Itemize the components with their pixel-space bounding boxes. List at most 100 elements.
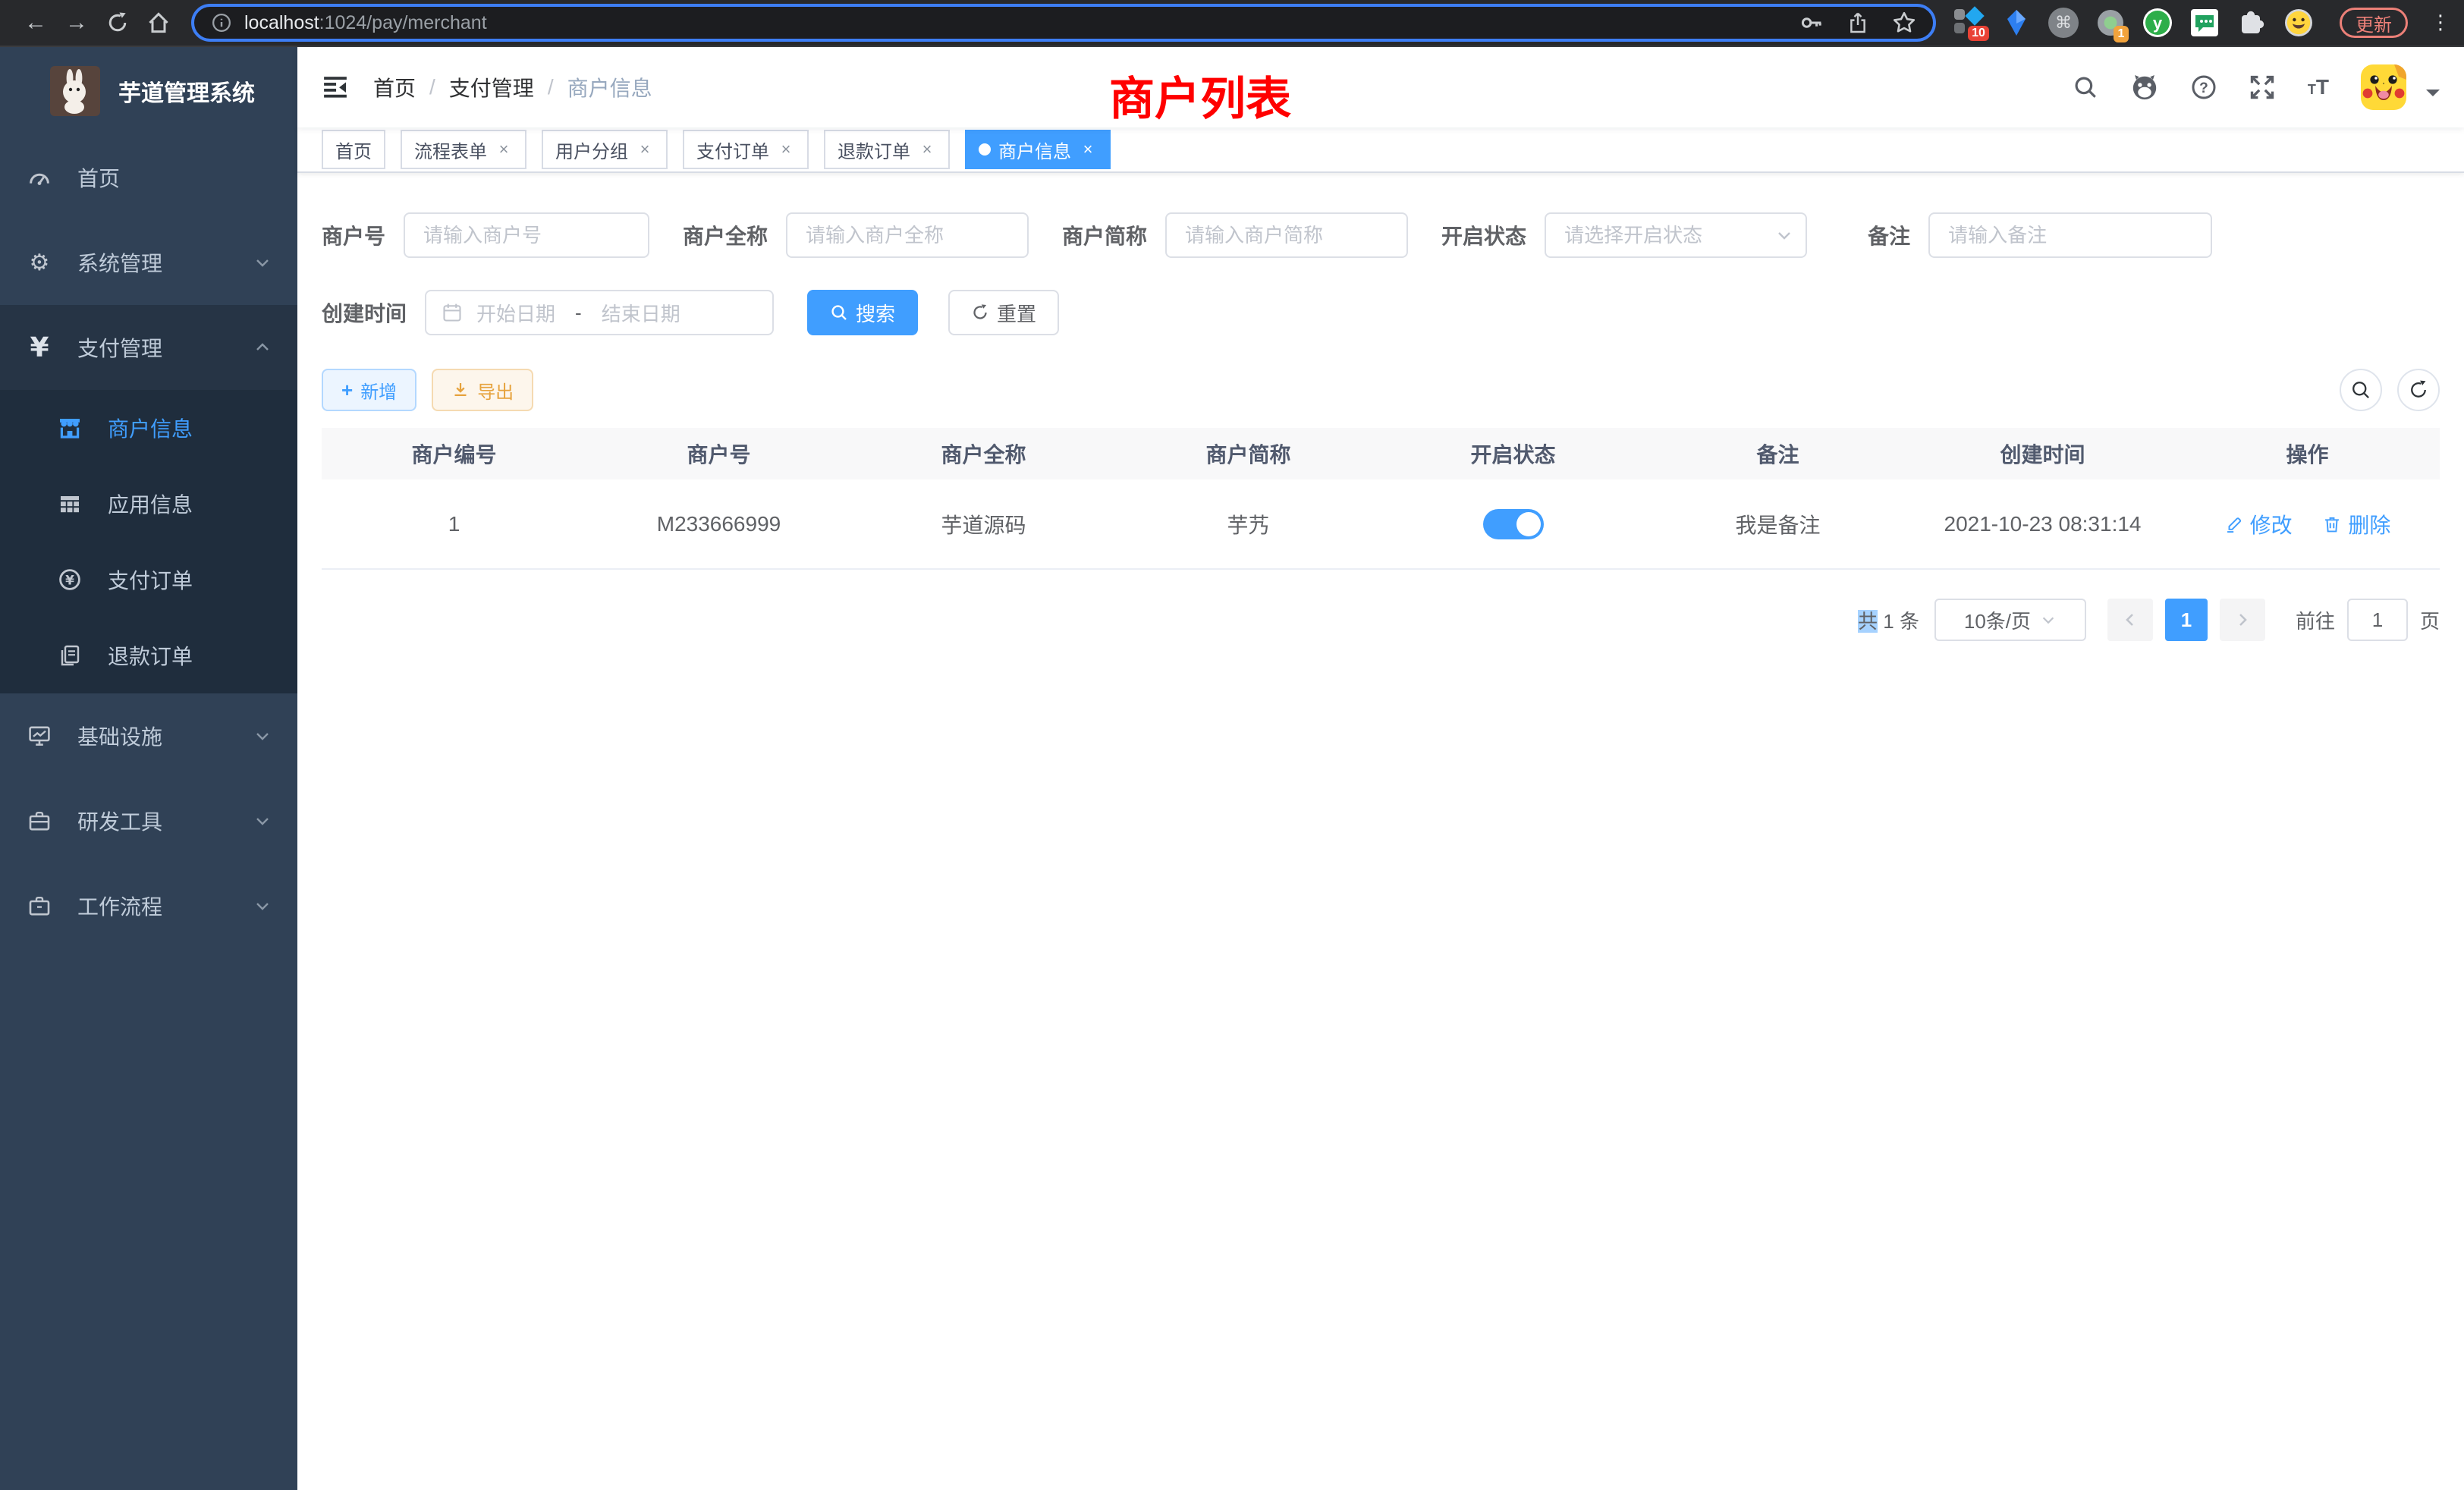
close-icon[interactable]: × [777,140,795,159]
search-icon[interactable] [2073,74,2098,100]
github-icon[interactable] [2130,73,2159,102]
sidebar: 芋道管理系统 首页 ⚙ 系统管理 ¥ 支付管理 [0,47,297,1490]
merchant-no-label: 商户号 [322,220,385,250]
goto-page-input[interactable] [2347,599,2408,641]
tab-home[interactable]: 首页 [322,130,385,169]
documents-icon [56,643,83,668]
site-info-icon[interactable] [211,12,232,33]
toggle-search-button[interactable] [2340,369,2382,411]
create-time-range-picker[interactable]: 开始日期 - 结束日期 [425,290,774,335]
sidebar-collapse-icon[interactable] [322,74,349,100]
cell-remark: 我是备注 [1645,479,1910,569]
status-select[interactable] [1545,212,1807,258]
col-full-name: 商户全称 [851,428,1116,479]
export-button[interactable]: 导出 [432,369,533,411]
sidebar-item-refund-order[interactable]: 退款订单 [0,618,297,693]
prev-page-button[interactable] [2107,599,2153,641]
browser-back-button[interactable]: ← [15,2,56,43]
extension-icon-1[interactable]: 10 [1954,8,1985,38]
help-icon[interactable]: ? [2191,74,2217,100]
url-bar[interactable]: localhost:1024/pay/merchant [191,4,1936,42]
merchant-no-input[interactable] [404,212,649,258]
sidebar-item-system[interactable]: ⚙ 系统管理 [0,220,297,305]
extension-icon-4[interactable]: 1 [2095,8,2126,38]
total-text: 共 1 条 [1858,606,1919,634]
extension-icon-chat[interactable] [2189,8,2220,38]
edit-link[interactable]: 修改 [2224,509,2293,539]
browser-profile-avatar[interactable] [2283,8,2314,38]
full-name-label: 商户全称 [683,220,768,250]
refresh-table-button[interactable] [2397,369,2440,411]
breadcrumb-home[interactable]: 首页 [373,72,416,102]
filter-row-1: 商户号 商户全称 商户简称 开启状态 [322,212,2440,258]
sidebar-item-dev-tools[interactable]: 研发工具 [0,778,297,863]
sidebar-item-pay-order[interactable]: ¥ 支付订单 [0,542,297,618]
extension-badge: 10 [1968,26,1989,41]
url-path: :1024/pay/merchant [319,12,487,33]
page-number-1[interactable]: 1 [2165,599,2208,641]
bookmark-star-icon[interactable] [1892,11,1916,35]
top-navbar: 首页 / 支付管理 / 商户信息 商户列表 [297,47,2464,127]
extension-badge: 1 [2114,26,2129,42]
browser-update-button[interactable]: 更新 [2340,8,2408,38]
next-page-button[interactable] [2220,599,2265,641]
font-size-icon[interactable]: TT [2308,75,2329,99]
close-icon[interactable]: × [495,140,513,159]
extension-icon-2[interactable] [2001,8,2032,38]
sidebar-item-home[interactable]: 首页 [0,135,297,220]
payment-submenu: 商户信息 应用信息 ¥ 支付订单 [0,390,297,693]
browser-menu-icon[interactable]: ⋮ [2431,11,2449,34]
sidebar-item-infrastructure[interactable]: 基础设施 [0,693,297,778]
sidebar-item-label: 系统管理 [77,247,162,278]
tab-user-group[interactable]: 用户分组× [542,130,668,169]
browser-reload-button[interactable] [97,2,138,43]
download-icon [451,381,470,399]
add-button[interactable]: + 新增 [322,369,416,411]
close-icon[interactable]: × [918,140,936,159]
extension-icon-yudao[interactable]: y [2142,8,2173,38]
extension-icon-3[interactable]: ⌘ [2048,8,2079,38]
breadcrumb-payment[interactable]: 支付管理 [449,72,534,102]
coin-icon: ¥ [56,567,83,592]
svg-text:y: y [2153,14,2163,33]
url-text: localhost:1024/pay/merchant [244,12,487,34]
sidebar-item-app-info[interactable]: 应用信息 [0,466,297,542]
sidebar-item-label: 首页 [77,162,120,193]
total-count: 1 [1883,610,1894,633]
extensions-puzzle-icon[interactable] [2236,8,2267,38]
browser-forward-button[interactable]: → [56,2,97,43]
sidebar-item-label: 支付管理 [77,332,162,363]
cell-merchant-no: 1 [322,479,586,569]
active-tab-dot [979,143,991,156]
gear-icon: ⚙ [26,250,53,276]
tab-refund-order[interactable]: 退款订单× [824,130,950,169]
sidebar-item-merchant-info[interactable]: 商户信息 [0,390,297,466]
tab-merchant-info[interactable]: 商户信息× [965,130,1111,169]
tab-pay-order[interactable]: 支付订单× [683,130,809,169]
cell-full-name: 芋道源码 [851,479,1116,569]
close-icon[interactable]: × [636,140,654,159]
user-avatar[interactable] [2361,64,2406,110]
password-key-icon[interactable] [1799,11,1824,35]
short-name-input[interactable] [1165,212,1408,258]
col-status: 开启状态 [1381,428,1645,479]
full-name-input[interactable] [786,212,1029,258]
delete-link[interactable]: 删除 [2322,509,2390,539]
sidebar-item-workflow[interactable]: 工作流程 [0,863,297,948]
chevron-down-icon [253,253,272,272]
pagination: 共 1 条 10条/页 1 [322,599,2440,641]
fullscreen-icon[interactable] [2249,74,2276,101]
remark-input[interactable] [1928,212,2212,258]
browser-home-button[interactable] [138,2,179,43]
tab-process-form[interactable]: 流程表单× [401,130,526,169]
close-icon[interactable]: × [1079,140,1097,159]
page-size-select[interactable]: 10条/页 [1934,599,2086,641]
monitor-chart-icon [26,724,53,748]
avatar-caret-icon[interactable] [2426,90,2440,103]
share-icon[interactable] [1846,11,1869,35]
search-button[interactable]: 搜索 [807,290,918,335]
sidebar-item-label: 工作流程 [77,891,162,921]
reset-button[interactable]: 重置 [948,290,1059,335]
status-toggle-on[interactable] [1483,509,1544,539]
sidebar-item-payment[interactable]: ¥ 支付管理 [0,305,297,390]
